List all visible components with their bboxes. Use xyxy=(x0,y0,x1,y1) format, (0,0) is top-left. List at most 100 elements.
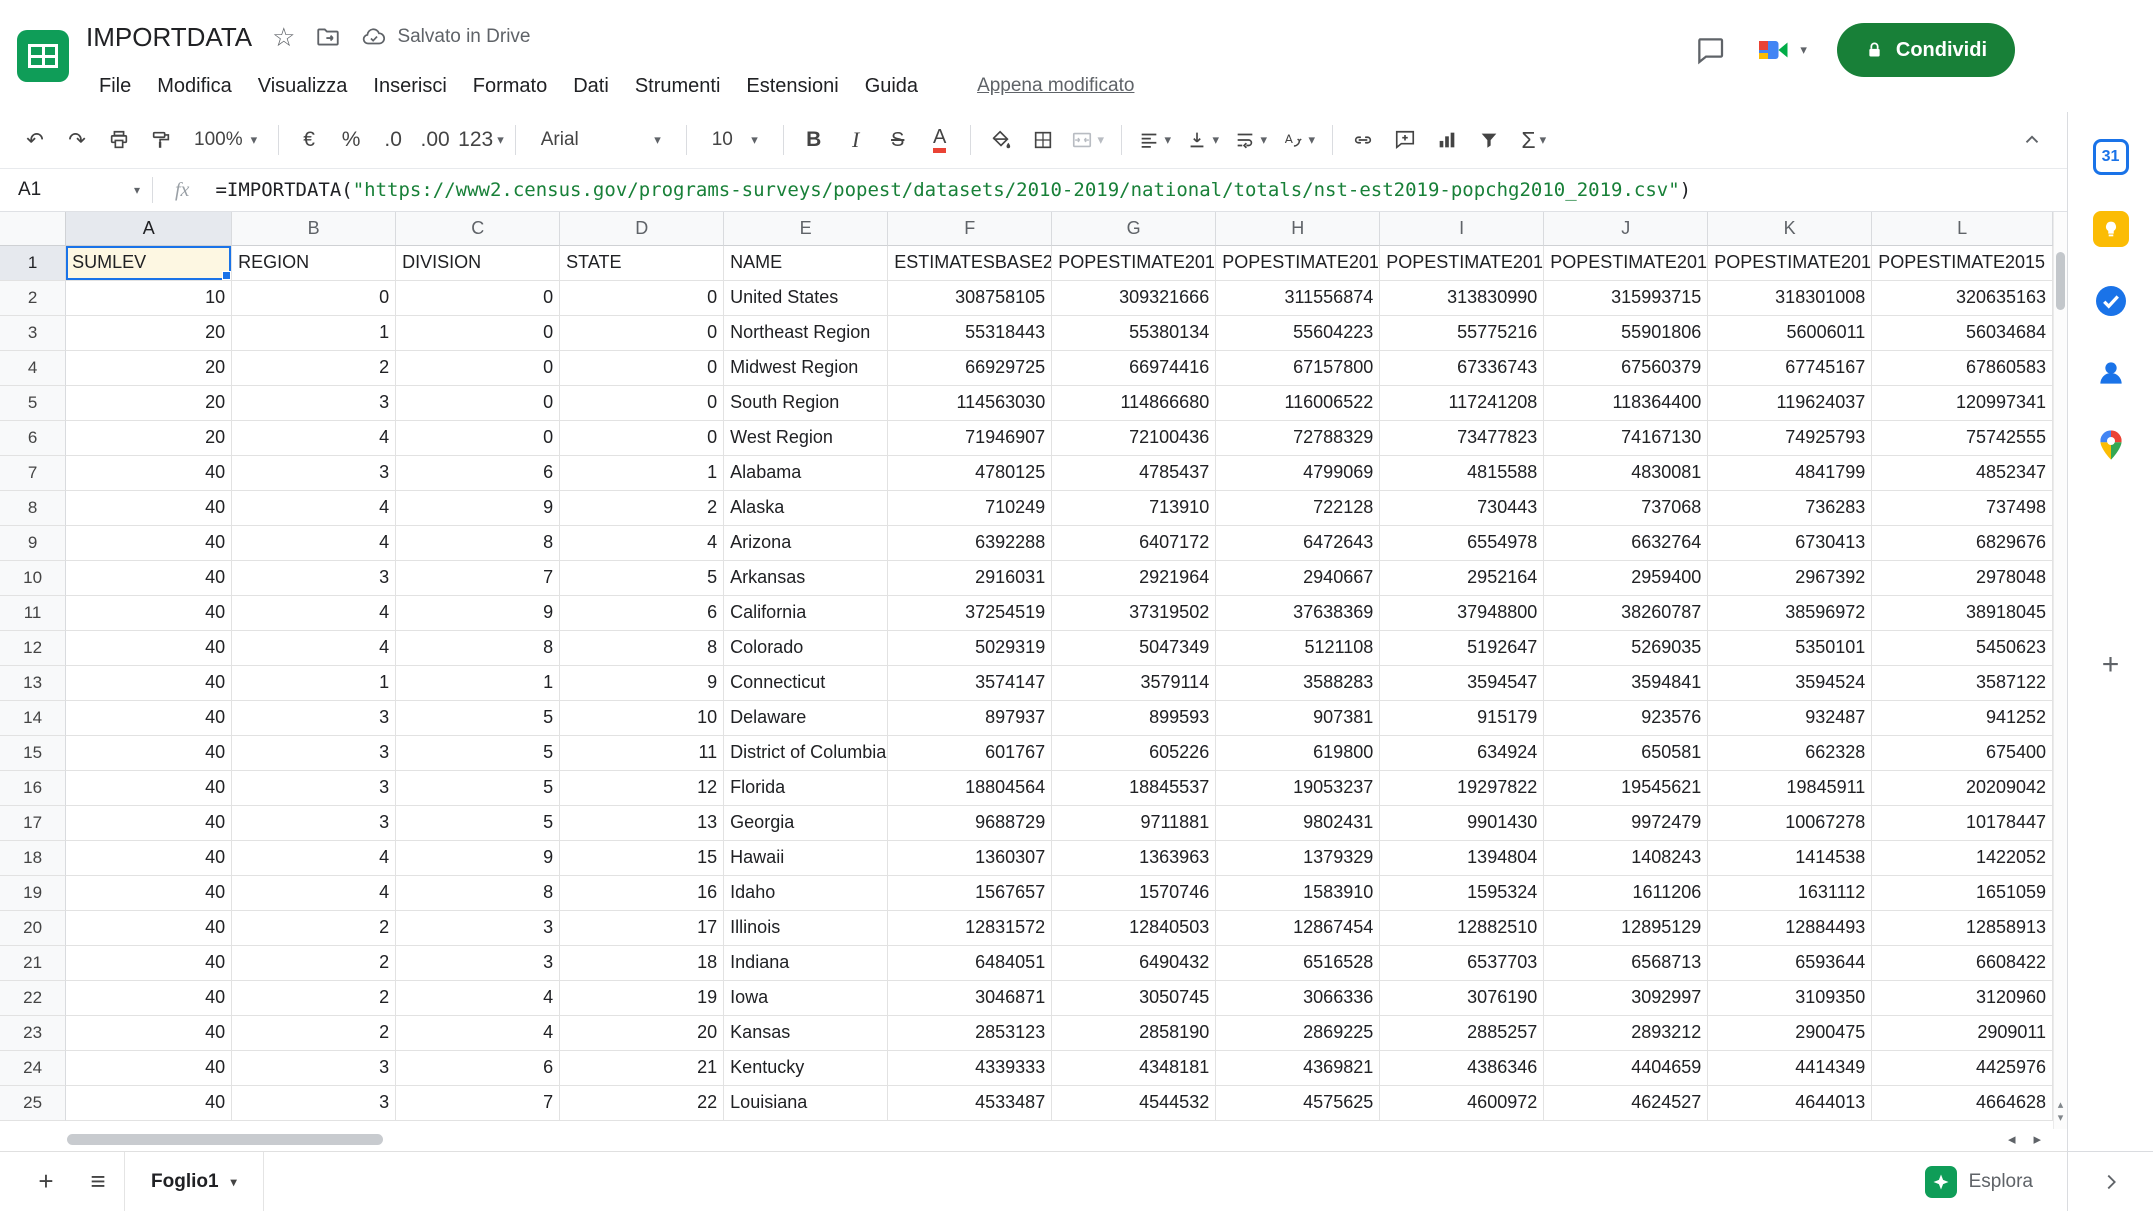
cell-I15[interactable]: 634924 xyxy=(1380,736,1544,771)
merge-cells-button[interactable]: ▾ xyxy=(1066,119,1110,161)
row-header-17[interactable]: 17 xyxy=(0,806,66,841)
cell-J21[interactable]: 6568713 xyxy=(1544,946,1708,981)
cell-A13[interactable]: 40 xyxy=(66,666,232,701)
all-sheets-button[interactable]: ≡ xyxy=(72,1152,124,1211)
cell-G2[interactable]: 309321666 xyxy=(1052,281,1216,316)
cell-B24[interactable]: 3 xyxy=(232,1051,396,1086)
cell-H8[interactable]: 722128 xyxy=(1216,491,1380,526)
cell-E14[interactable]: Delaware xyxy=(724,701,888,736)
cell-G13[interactable]: 3579114 xyxy=(1052,666,1216,701)
cell-C9[interactable]: 8 xyxy=(396,526,560,561)
cell-B20[interactable]: 2 xyxy=(232,911,396,946)
cell-A18[interactable]: 40 xyxy=(66,841,232,876)
percent-format-button[interactable]: % xyxy=(332,119,370,161)
cell-J13[interactable]: 3594841 xyxy=(1544,666,1708,701)
font-select[interactable]: Arial ▾ xyxy=(527,119,675,161)
cell-B22[interactable]: 2 xyxy=(232,981,396,1016)
cell-A23[interactable]: 40 xyxy=(66,1016,232,1051)
row-header-7[interactable]: 7 xyxy=(0,456,66,491)
cell-C2[interactable]: 0 xyxy=(396,281,560,316)
cell-F21[interactable]: 6484051 xyxy=(888,946,1052,981)
cell-H22[interactable]: 3066336 xyxy=(1216,981,1380,1016)
bold-button[interactable]: B xyxy=(795,119,833,161)
cell-F15[interactable]: 601767 xyxy=(888,736,1052,771)
cell-K19[interactable]: 1631112 xyxy=(1708,876,1872,911)
cell-K10[interactable]: 2967392 xyxy=(1708,561,1872,596)
cell-F5[interactable]: 114563030 xyxy=(888,386,1052,421)
cell-K8[interactable]: 736283 xyxy=(1708,491,1872,526)
cell-L16[interactable]: 20209042 xyxy=(1872,771,2053,806)
cell-H1[interactable]: POPESTIMATE2011 xyxy=(1216,246,1380,281)
cell-L8[interactable]: 737498 xyxy=(1872,491,2053,526)
cell-B17[interactable]: 3 xyxy=(232,806,396,841)
cell-D16[interactable]: 12 xyxy=(560,771,724,806)
cell-K5[interactable]: 119624037 xyxy=(1708,386,1872,421)
menu-file[interactable]: File xyxy=(86,68,144,104)
cell-G19[interactable]: 1570746 xyxy=(1052,876,1216,911)
star-icon[interactable]: ☆ xyxy=(272,22,295,53)
italic-button[interactable]: I xyxy=(837,119,875,161)
vertical-align-button[interactable]: ▾ xyxy=(1181,119,1225,161)
cell-F22[interactable]: 3046871 xyxy=(888,981,1052,1016)
cell-J14[interactable]: 923576 xyxy=(1544,701,1708,736)
cell-I5[interactable]: 117241208 xyxy=(1380,386,1544,421)
cell-F23[interactable]: 2853123 xyxy=(888,1016,1052,1051)
cell-B8[interactable]: 4 xyxy=(232,491,396,526)
cell-A16[interactable]: 40 xyxy=(66,771,232,806)
cell-K11[interactable]: 38596972 xyxy=(1708,596,1872,631)
cell-A15[interactable]: 40 xyxy=(66,736,232,771)
cell-D14[interactable]: 10 xyxy=(560,701,724,736)
cell-L17[interactable]: 10178447 xyxy=(1872,806,2053,841)
cell-D25[interactable]: 22 xyxy=(560,1086,724,1121)
cell-D18[interactable]: 15 xyxy=(560,841,724,876)
cell-B9[interactable]: 4 xyxy=(232,526,396,561)
cell-B3[interactable]: 1 xyxy=(232,316,396,351)
increase-decimals-button[interactable]: .00 xyxy=(416,119,454,161)
cell-J8[interactable]: 737068 xyxy=(1544,491,1708,526)
cell-A22[interactable]: 40 xyxy=(66,981,232,1016)
row-header-12[interactable]: 12 xyxy=(0,631,66,666)
cell-D8[interactable]: 2 xyxy=(560,491,724,526)
cell-G4[interactable]: 66974416 xyxy=(1052,351,1216,386)
comment-history-icon[interactable] xyxy=(1694,34,1726,66)
cell-J16[interactable]: 19545621 xyxy=(1544,771,1708,806)
functions-button[interactable]: Σ ▾ xyxy=(1512,119,1556,161)
row-header-2[interactable]: 2 xyxy=(0,281,66,316)
cell-G18[interactable]: 1363963 xyxy=(1052,841,1216,876)
cell-G8[interactable]: 713910 xyxy=(1052,491,1216,526)
horizontal-align-button[interactable]: ▾ xyxy=(1133,119,1177,161)
cell-E20[interactable]: Illinois xyxy=(724,911,888,946)
cell-A1[interactable]: SUMLEV xyxy=(66,246,232,281)
cell-J22[interactable]: 3092997 xyxy=(1544,981,1708,1016)
calendar-icon[interactable]: 31 xyxy=(2092,138,2130,176)
cell-E11[interactable]: California xyxy=(724,596,888,631)
scroll-left-arrow[interactable]: ◂ xyxy=(2008,1129,2016,1151)
row-header-18[interactable]: 18 xyxy=(0,841,66,876)
cell-I21[interactable]: 6537703 xyxy=(1380,946,1544,981)
cell-J12[interactable]: 5269035 xyxy=(1544,631,1708,666)
cell-J25[interactable]: 4624527 xyxy=(1544,1086,1708,1121)
cell-D21[interactable]: 18 xyxy=(560,946,724,981)
cell-H7[interactable]: 4799069 xyxy=(1216,456,1380,491)
cell-C20[interactable]: 3 xyxy=(396,911,560,946)
cell-H9[interactable]: 6472643 xyxy=(1216,526,1380,561)
cell-A3[interactable]: 20 xyxy=(66,316,232,351)
cell-K6[interactable]: 74925793 xyxy=(1708,421,1872,456)
cell-J20[interactable]: 12895129 xyxy=(1544,911,1708,946)
row-header-25[interactable]: 25 xyxy=(0,1086,66,1121)
cell-F24[interactable]: 4339333 xyxy=(888,1051,1052,1086)
cell-G15[interactable]: 605226 xyxy=(1052,736,1216,771)
cell-F20[interactable]: 12831572 xyxy=(888,911,1052,946)
cell-K12[interactable]: 5350101 xyxy=(1708,631,1872,666)
cell-C25[interactable]: 7 xyxy=(396,1086,560,1121)
text-color-button[interactable]: A xyxy=(921,119,959,161)
column-header-K[interactable]: K xyxy=(1708,212,1872,246)
cell-J9[interactable]: 6632764 xyxy=(1544,526,1708,561)
cell-K7[interactable]: 4841799 xyxy=(1708,456,1872,491)
cell-A10[interactable]: 40 xyxy=(66,561,232,596)
cell-G9[interactable]: 6407172 xyxy=(1052,526,1216,561)
add-addon-button[interactable]: + xyxy=(2102,648,2120,682)
cell-E19[interactable]: Idaho xyxy=(724,876,888,911)
cell-H3[interactable]: 55604223 xyxy=(1216,316,1380,351)
cell-H4[interactable]: 67157800 xyxy=(1216,351,1380,386)
